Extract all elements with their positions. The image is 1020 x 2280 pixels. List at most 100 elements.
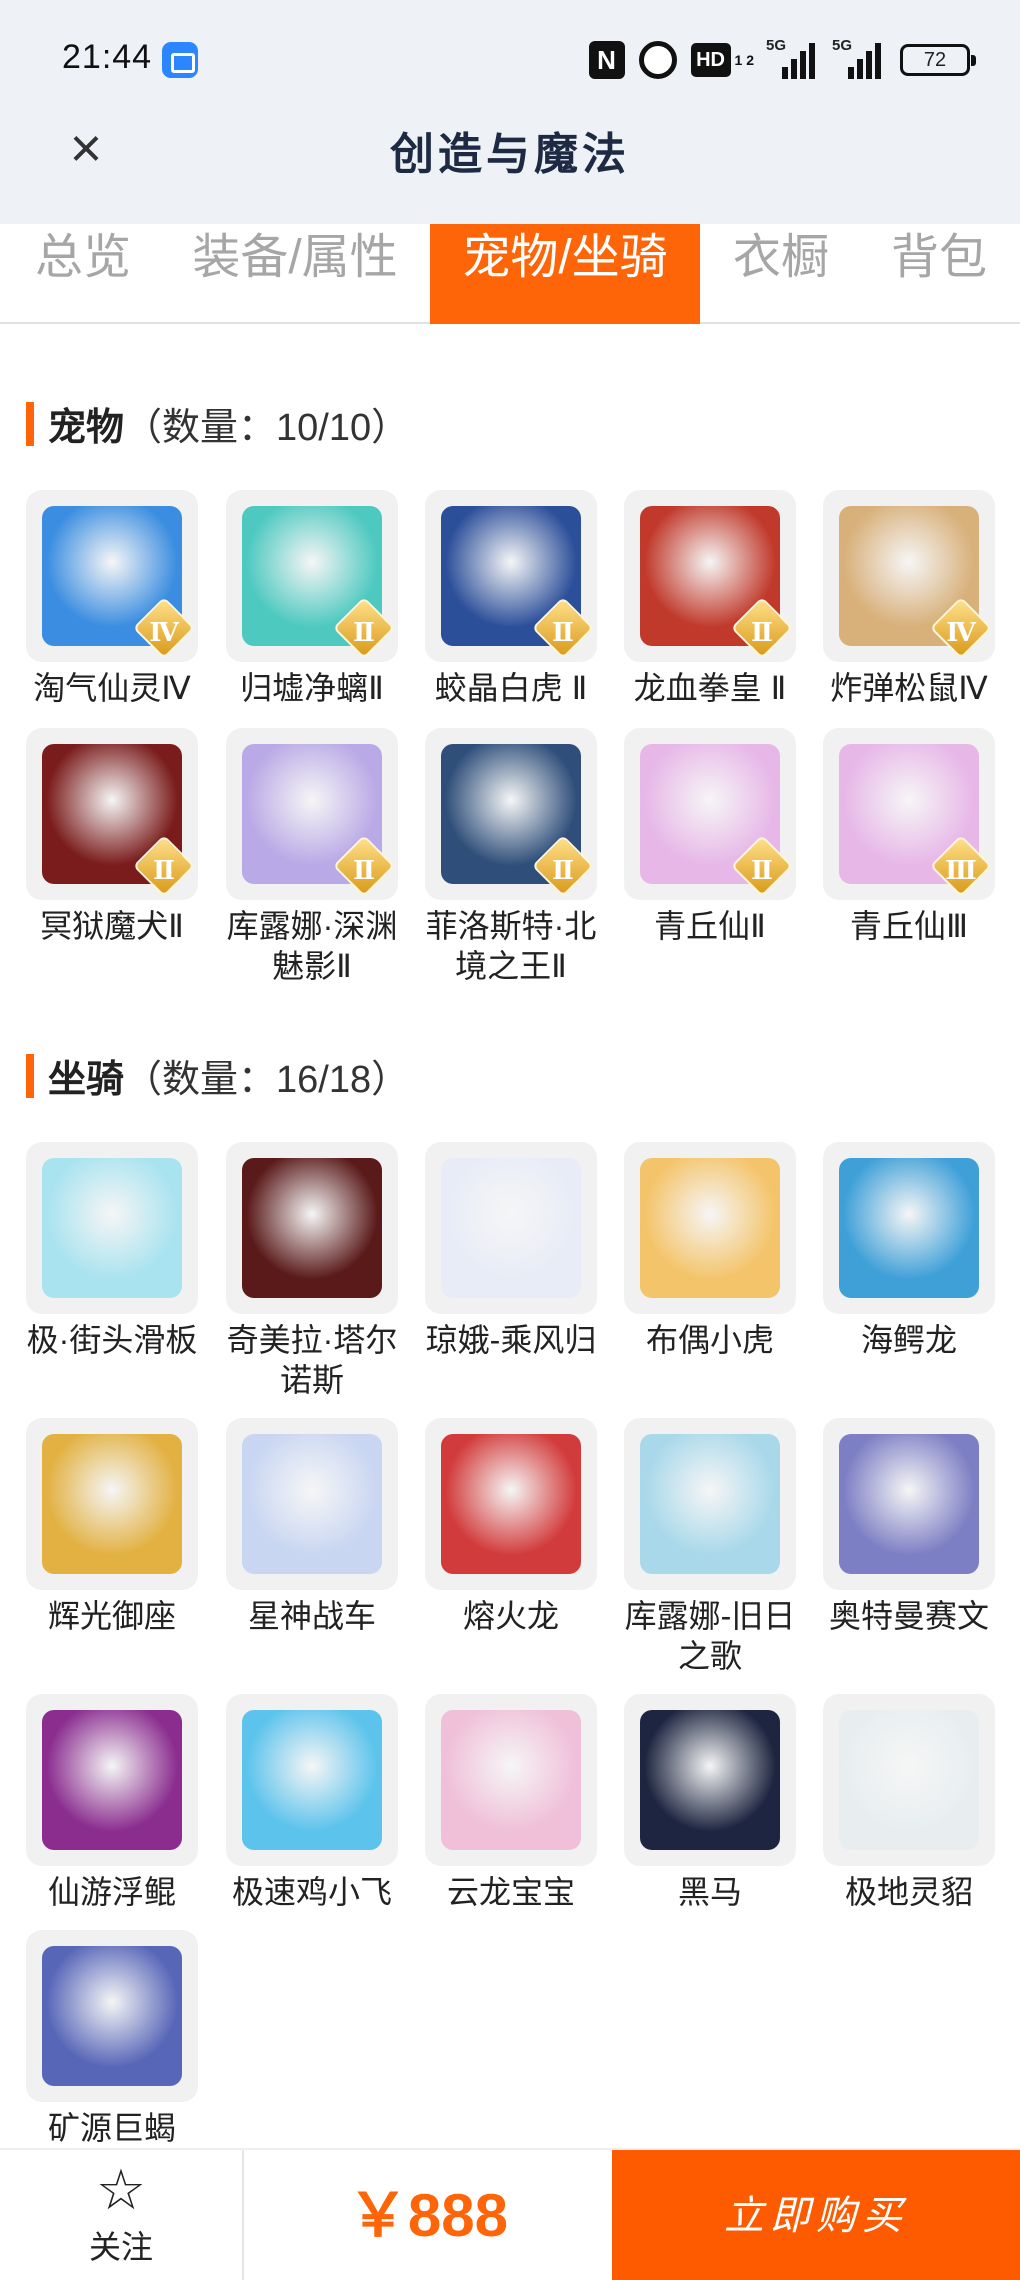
follow-button[interactable]: ☆ 关注 [0, 2150, 244, 2280]
item-image [242, 1158, 382, 1298]
item-thumbnail [26, 1694, 198, 1866]
signal-icon-2: 5G [832, 37, 886, 79]
tier-badge-label: Ⅲ [945, 856, 977, 886]
mounts-count: （数量：16/18） [124, 1059, 410, 1101]
battery-level: 72 [923, 48, 947, 71]
item-name: 辉光御座 [47, 1598, 176, 1634]
grid-item[interactable]: 仙游浮鲲 [26, 1694, 198, 1912]
grid-item[interactable]: 奥特曼赛文 [823, 1418, 995, 1636]
item-name: 菲洛斯特·北境之王Ⅱ [425, 908, 597, 984]
grid-item[interactable]: 极地灵貂 [823, 1694, 995, 1912]
item-image [441, 1710, 581, 1850]
app-notification-icon [162, 42, 198, 78]
item-image [42, 1158, 182, 1298]
grid-item[interactable]: 琼娥-乘风归 [425, 1142, 597, 1360]
grid-item[interactable]: Ⅲ 青丘仙Ⅲ [823, 728, 995, 946]
item-name: 极速鸡小飞 [231, 1874, 392, 1910]
alarm-icon [638, 41, 677, 79]
item-name: 海鳄龙 [860, 1322, 957, 1358]
item-image [640, 1434, 780, 1574]
item-thumbnail [226, 1142, 398, 1314]
tier-badge-label: Ⅳ [149, 618, 179, 648]
item-name: 青丘仙Ⅲ [849, 908, 969, 944]
item-name: 仙游浮鲲 [47, 1874, 176, 1910]
tab-overview[interactable]: 总览 [8, 224, 158, 324]
hd-sub-label: 1 2 [734, 52, 754, 68]
pets-title: 宠物 [48, 407, 125, 449]
grid-item[interactable]: 辉光御座 [26, 1418, 198, 1636]
item-name: 黑马 [677, 1874, 742, 1910]
network-label: 5G [766, 37, 787, 54]
follow-label: 关注 [88, 2229, 153, 2265]
item-image [42, 1946, 182, 2086]
star-icon: ☆ [95, 2158, 147, 2221]
grid-item[interactable]: Ⅱ 龙血拳皇 Ⅱ [624, 490, 796, 708]
item-image [42, 1710, 182, 1850]
grid-item[interactable]: 星神战车 [226, 1418, 398, 1636]
grid-item[interactable]: Ⅱ 青丘仙Ⅱ [624, 728, 796, 946]
mounts-title: 坐骑 [48, 1059, 125, 1101]
item-thumbnail [823, 1418, 995, 1590]
item-name: 奇美拉·塔尔诺斯 [226, 1322, 398, 1398]
tab-bar: 总览 装备/属性 宠物/坐骑 衣橱 背包 [0, 224, 1020, 324]
item-thumbnail [624, 1694, 796, 1866]
item-image [839, 1158, 979, 1298]
item-thumbnail [425, 1418, 597, 1590]
tier-badge-label: Ⅱ [751, 856, 773, 886]
tab-backpack[interactable]: 背包 [880, 224, 998, 324]
grid-item[interactable]: 海鳄龙 [823, 1142, 995, 1360]
item-thumbnail: Ⅱ [425, 728, 597, 900]
tier-badge-label: Ⅳ [946, 618, 976, 648]
mounts-section-title: 坐骑 （数量：16/18） [26, 1048, 409, 1103]
tier-badge-label: Ⅱ [552, 618, 574, 648]
top-area: 21:44 N HD 1 2 5G 5G 72 × 创造与魔法 [0, 0, 1020, 224]
buy-now-button[interactable]: 立即购买 [612, 2150, 1020, 2280]
grid-item[interactable]: 矿源巨蝎 [26, 1930, 198, 2148]
item-name: 淘气仙灵Ⅳ [33, 670, 191, 706]
item-image [441, 1434, 581, 1574]
item-name: 归墟净螭Ⅱ [240, 670, 384, 706]
item-name: 龙血拳皇 Ⅱ [633, 670, 787, 706]
item-name: 库露娜-旧日之歌 [624, 1598, 796, 1674]
grid-item[interactable]: Ⅳ 炸弹松鼠Ⅳ [823, 490, 995, 708]
grid-item[interactable]: 熔火龙 [425, 1418, 597, 1636]
network-label-2: 5G [832, 37, 853, 54]
battery-icon: 72 [900, 44, 976, 76]
grid-item[interactable]: Ⅳ 淘气仙灵Ⅳ [26, 490, 198, 708]
tab-equipment[interactable]: 装备/属性 [186, 224, 404, 324]
grid-item[interactable]: Ⅱ 蛟晶白虎 Ⅱ [425, 490, 597, 708]
tier-badge-label: Ⅱ [353, 856, 375, 886]
grid-item[interactable]: Ⅱ 菲洛斯特·北境之王Ⅱ [425, 728, 597, 986]
grid-item[interactable]: Ⅱ 归墟净螭Ⅱ [226, 490, 398, 708]
grid-item[interactable]: 黑马 [624, 1694, 796, 1912]
item-image [42, 1434, 182, 1574]
grid-item[interactable]: 奇美拉·塔尔诺斯 [226, 1142, 398, 1400]
grid-item[interactable]: 云龙宝宝 [425, 1694, 597, 1912]
item-image [242, 1434, 382, 1574]
item-image [441, 1158, 581, 1298]
item-name: 熔火龙 [462, 1598, 559, 1634]
grid-item[interactable]: 库露娜-旧日之歌 [624, 1418, 796, 1676]
grid-item[interactable]: Ⅱ 冥狱魔犬Ⅱ [26, 728, 198, 946]
tier-badge-label: Ⅱ [751, 618, 773, 648]
tab-pets-mounts[interactable]: 宠物/坐骑 [430, 224, 700, 324]
item-name: 星神战车 [247, 1598, 376, 1634]
grid-item[interactable]: 布偶小虎 [624, 1142, 796, 1360]
grid-item[interactable]: Ⅱ 库露娜·深渊魅影Ⅱ [226, 728, 398, 986]
item-image [839, 1434, 979, 1574]
item-name: 矿源巨蝎 [47, 2110, 176, 2146]
item-name: 库露娜·深渊魅影Ⅱ [226, 908, 398, 984]
grid-item[interactable]: 极速鸡小飞 [226, 1694, 398, 1912]
item-name: 极地灵貂 [844, 1874, 973, 1910]
grid-item[interactable]: 极·街头滑板 [26, 1142, 198, 1360]
item-thumbnail [425, 1142, 597, 1314]
status-icons: N HD 1 2 5G 5G 72 [588, 37, 976, 82]
item-thumbnail [26, 1142, 198, 1314]
tier-badge-label: Ⅱ [353, 618, 375, 648]
item-image [640, 1158, 780, 1298]
item-image [242, 1710, 382, 1850]
item-thumbnail: Ⅱ [226, 490, 398, 662]
item-thumbnail [26, 1930, 198, 2102]
item-thumbnail: Ⅱ [425, 490, 597, 662]
tab-wardrobe[interactable]: 衣橱 [722, 224, 840, 324]
